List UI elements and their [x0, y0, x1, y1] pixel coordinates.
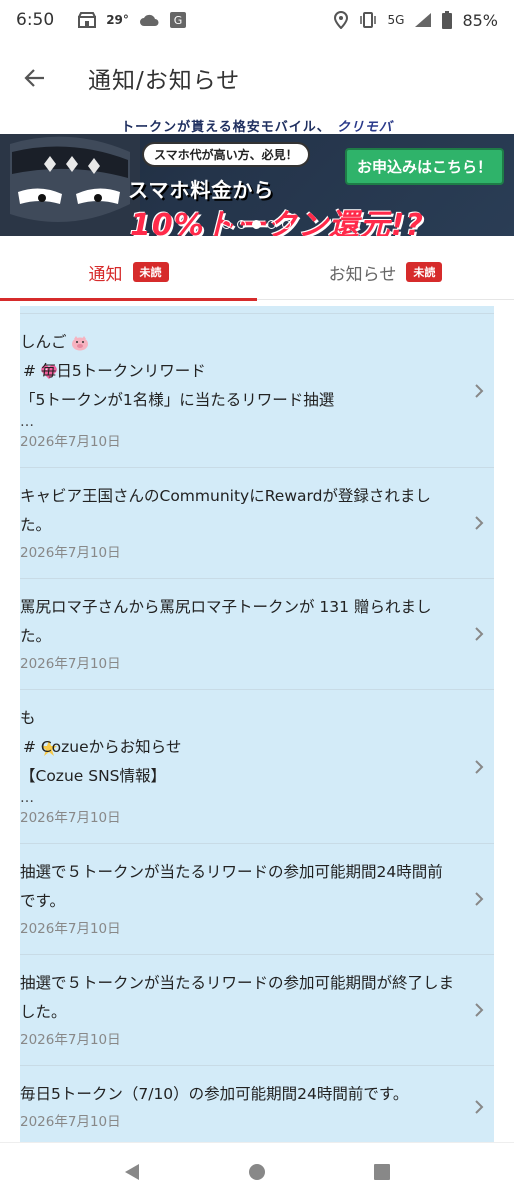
truncation-ellipsis: … — [20, 414, 34, 430]
location-icon — [333, 11, 348, 29]
notification-item[interactable]: 毎日5トークン（7/10）の参加可能期間24時間前です。 2026年7月10日 — [20, 1066, 494, 1142]
back-button[interactable] — [0, 48, 70, 108]
banner-headline: スマホ料金から — [128, 178, 275, 202]
svg-text:G: G — [174, 14, 183, 27]
nav-back-button[interactable] — [112, 1152, 152, 1192]
notification-sender: も — [20, 709, 36, 727]
pig-emoji-icon — [72, 335, 89, 350]
chevron-right-icon — [475, 1099, 484, 1114]
tab-announcements[interactable]: お知らせ 未読 — [257, 244, 514, 300]
chevron-right-icon — [475, 383, 484, 398]
notification-body: 抽選で５トークンが当たるリワードの参加可能期間が終了しました。 — [20, 974, 455, 1021]
tab-notifications-label: 通知 — [88, 264, 123, 285]
notification-body: 毎日5トークン（7/10）の参加可能期間24時間前です。 — [20, 1085, 409, 1103]
store-icon — [78, 12, 97, 28]
notification-body: 「5トークンが1名様」に当たるリワード抽選 — [20, 391, 335, 409]
battery-text: 85% — [462, 10, 498, 30]
chevron-right-icon — [475, 892, 484, 906]
notification-hashtag-line: # Cozueからお知らせ — [20, 733, 458, 762]
notification-body: 罵尻ロマ子さんから罵尻ロマ子トークンが 131 贈られました。 — [20, 598, 432, 645]
notification-item[interactable]: キャビア王国さんのCommunityにRewardが登録されました。 2026年… — [20, 468, 494, 579]
temperature-text: 29° — [106, 13, 129, 27]
promo-banner[interactable]: トークンが貰える格安モバイル、 クリモバ スマホ代が高い方、必見！ お申込みはこ… — [0, 116, 514, 236]
notification-body: 【Cozue SNS情報】 — [20, 767, 167, 785]
banner-top-text: トークンが貰える格安モバイル、 — [121, 119, 331, 135]
sender-name: しんご — [20, 333, 67, 351]
notification-date: 2026年7月10日 — [20, 921, 121, 937]
carousel-dot[interactable] — [252, 220, 261, 229]
notification-item[interactable]: も # Cozueからお知らせ 【Cozue SNS情報】 … 2026年7月1… — [20, 690, 494, 844]
chevron-right-icon — [475, 516, 484, 530]
tab-announcements-label: お知らせ — [328, 264, 397, 285]
status-time: 6:50 — [16, 10, 55, 30]
unread-badge: 未読 — [406, 262, 443, 282]
chevron-right-icon — [475, 759, 484, 774]
ninja-illustration — [0, 134, 140, 236]
notification-date: 2026年7月10日 — [20, 545, 121, 561]
notification-item[interactable]: 罵尻ロマ子さんから罵尻ロマ子トークンが 131 贈られました。 2026年7月1… — [20, 579, 494, 690]
notification-date: 2026年7月10日 — [20, 810, 121, 826]
list-top-divider — [20, 306, 494, 314]
notification-body: キャビア王国さんのCommunityにRewardが登録されました。 — [20, 487, 431, 534]
carousel-dots — [222, 220, 291, 229]
unread-badge: 未読 — [132, 262, 169, 282]
system-nav-bar — [0, 1142, 514, 1200]
banner-note: スマホ代が高い方、必見！ — [142, 142, 310, 167]
page-title: 通知/お知らせ — [88, 68, 241, 94]
nav-recents-button[interactable] — [362, 1152, 402, 1192]
triangle-back-icon — [125, 1163, 140, 1180]
carousel-dot[interactable] — [267, 220, 276, 229]
carousel-dot[interactable] — [222, 220, 231, 229]
carousel-dot[interactable] — [237, 220, 246, 229]
battery-icon — [442, 11, 453, 29]
notification-date: 2026年7月10日 — [20, 1032, 121, 1048]
square-recents-icon — [373, 1163, 390, 1180]
notification-item[interactable]: 抽選で５トークンが当たるリワードの参加可能期間が終了しました。 2026年7月1… — [20, 955, 494, 1066]
hashtag-text: # 毎日5トークンリワード — [22, 362, 206, 380]
hashtag-text: # Cozueからお知らせ — [22, 738, 182, 756]
app-bar: 通知/お知らせ — [0, 48, 514, 108]
tab-notifications[interactable]: 通知 未読 — [0, 244, 257, 301]
notification-body: 抽選で５トークンが当たるリワードの参加可能期間24時間前です。 — [20, 863, 443, 910]
nav-home-button[interactable] — [237, 1152, 277, 1192]
arrow-left-icon — [24, 69, 44, 87]
notification-item[interactable]: しんご # 毎日5トークンリワード 「5トークンが1名様」に当たるリワード抽選 … — [20, 314, 494, 468]
notification-sender: しんご — [20, 328, 458, 357]
cloud-icon — [139, 13, 159, 27]
carousel-dot[interactable] — [282, 220, 291, 229]
network-type: 5G — [387, 13, 405, 27]
tab-bar: 通知 未読 お知らせ 未読 — [0, 244, 514, 301]
notification-date: 2026年7月10日 — [20, 434, 121, 450]
vibrate-icon — [358, 12, 378, 28]
banner-cta-button[interactable]: お申込みはこちら！ — [344, 148, 504, 185]
notification-list[interactable]: しんご # 毎日5トークンリワード 「5トークンが1名様」に当たるリワード抽選 … — [20, 306, 494, 1142]
notification-hashtag-line: # 毎日5トークンリワード — [20, 357, 458, 386]
chevron-right-icon — [475, 627, 484, 641]
chevron-right-icon — [475, 1003, 484, 1017]
circle-home-icon — [248, 1163, 265, 1180]
status-bar: 6:50 29° G 5G 85% — [0, 0, 514, 40]
banner-subheadline: 10%トークン還元!? — [130, 208, 424, 236]
notification-date: 2026年7月10日 — [20, 656, 121, 672]
notification-date: 2026年7月10日 — [20, 1114, 121, 1130]
translate-icon: G — [169, 11, 187, 29]
banner-brand: クリモバ — [336, 119, 393, 135]
truncation-ellipsis: … — [20, 790, 34, 806]
banner-header: トークンが貰える格安モバイル、 クリモバ — [0, 116, 514, 135]
notification-item[interactable]: 抽選で５トークンが当たるリワードの参加可能期間24時間前です。 2026年7月1… — [20, 844, 494, 955]
signal-icon — [414, 12, 432, 28]
